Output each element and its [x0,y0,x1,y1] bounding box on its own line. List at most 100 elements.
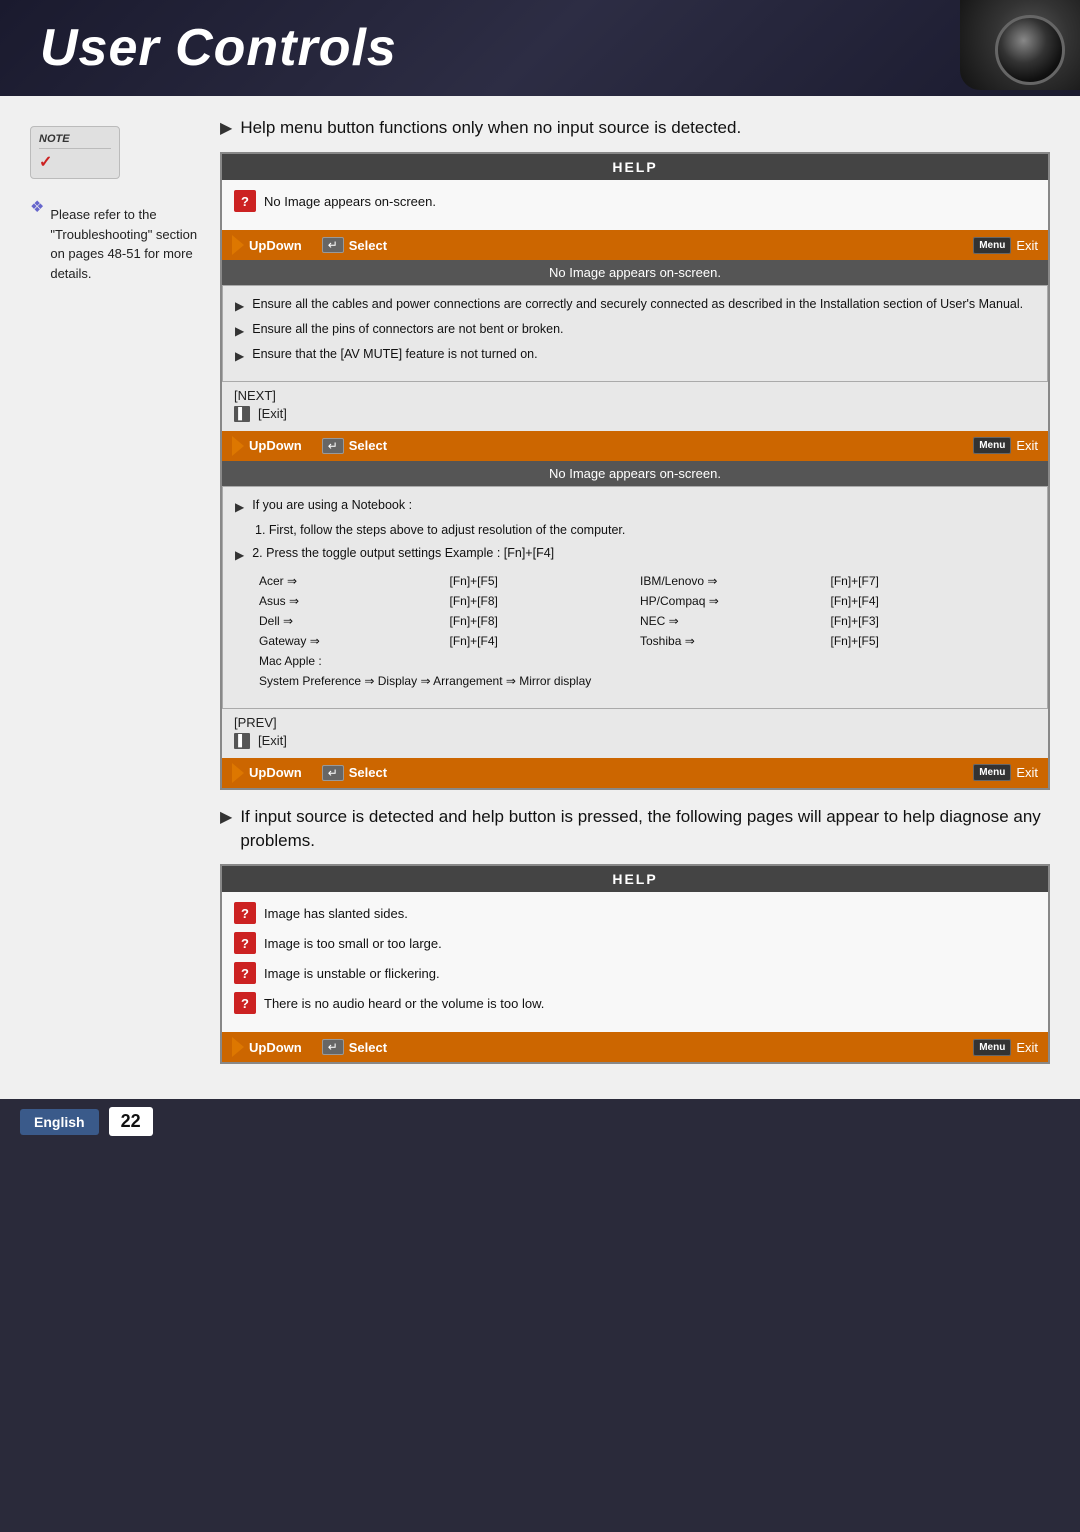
nav-select-label-1: Select [349,238,387,253]
nav-bar-3[interactable]: UpDown ↵ Select Menu Exit [222,758,1048,788]
help-header-2: HELP [222,866,1048,892]
bullet-arrow-icon-2: ▶ [220,807,232,829]
intro-bullet-2: ▶ If input source is detected and help b… [220,805,1050,853]
nav-exit-2[interactable]: Menu Exit [973,437,1038,454]
nav-exit-1[interactable]: Menu Exit [973,237,1038,254]
nav-enter-icon-1: ↵ [322,237,344,253]
nav-select-label-2: Select [349,438,387,453]
help-question-row-2d: ? There is no audio heard or the volume … [234,992,1036,1014]
camera-lens [995,15,1065,85]
inner-bullet-1b: ▶ Ensure all the pins of connectors are … [235,321,1035,340]
page-number: 22 [109,1107,153,1136]
help-question-row-2a: ? Image has slanted sides. [234,902,1036,924]
intro-bullet-1: ▶ Help menu button functions only when n… [220,116,1050,140]
question-text-2a: Image has slanted sides. [264,906,408,921]
nav-arrow-icon-4 [232,1037,244,1057]
nav-select-label-4: Select [349,1040,387,1055]
laptop-table: Acer ⇒ [Fn]+[F5] IBM/Lenovo ⇒ [Fn]+[F7] … [255,572,1015,690]
section-title-bar-2: No Image appears on-screen. [222,461,1048,486]
help-header-1: HELP [222,154,1048,180]
nav-arrow-icon-1 [232,235,244,255]
page-footer: English 22 [0,1099,1080,1144]
nav-exit-label-2: Exit [1016,438,1038,453]
section-title-bar-1: No Image appears on-screen. [222,260,1048,285]
bullet-arrow-icon: ▶ [220,118,232,140]
laptop-row-dell: Dell ⇒ [255,612,444,630]
nav-updown-label-4: UpDown [249,1040,302,1055]
note-check-row: ✓ [39,152,111,172]
inner-section-1: ▶ Ensure all the cables and power connec… [222,285,1048,381]
help-panel-1: HELP ? No Image appears on-screen. UpDow… [220,152,1050,789]
nav-exit-4[interactable]: Menu Exit [973,1039,1038,1056]
sidebar-note-text: Please refer to the "Troubleshooting" se… [50,205,200,283]
nav-select-label-3: Select [349,765,387,780]
help-panel-2: HELP ? Image has slanted sides. ? Image … [220,864,1050,1064]
question-text-2b: Image is too small or too large. [264,936,442,951]
bracket-icon-1: ▌ [234,406,250,422]
help-body-2: ? Image has slanted sides. ? Image is to… [222,892,1048,1032]
note-title-label: NOTE [39,133,111,149]
question-icon-2a: ? [234,902,256,924]
nav-enter-icon-2: ↵ [322,438,344,454]
nav-updown-3[interactable]: UpDown [232,763,302,783]
nav-updown-label-3: UpDown [249,765,302,780]
help-question-row-2c: ? Image is unstable or flickering. [234,962,1036,984]
sidebar: NOTE ✓ ❖ Please refer to the "Troublesho… [30,116,200,1079]
bracket-icon-2: ▌ [234,733,250,749]
question-icon-2b: ? [234,932,256,954]
inner-section-2: ▶ If you are using a Notebook : 1. First… [222,486,1048,709]
nav-bar-1[interactable]: UpDown ↵ Select Menu Exit [222,230,1048,260]
nav-exit-3[interactable]: Menu Exit [973,764,1038,781]
help-question-row-1: ? No Image appears on-screen. [234,190,1036,212]
question-text-1: No Image appears on-screen. [264,194,436,209]
inner-bullet-notebook: ▶ If you are using a Notebook : [235,497,1035,516]
nav-bar-4[interactable]: UpDown ↵ Select Menu Exit [222,1032,1048,1062]
nav-updown-1[interactable]: UpDown [232,235,302,255]
nav-menu-icon-4: Menu [973,1039,1011,1056]
nav-list-exit-2[interactable]: ▌ [Exit] [234,733,1036,749]
nav-updown-2[interactable]: UpDown [232,436,302,456]
nav-arrow-icon-3 [232,763,244,783]
help-question-row-2b: ? Image is too small or too large. [234,932,1036,954]
nav-exit-label-3: Exit [1016,765,1038,780]
nav-exit-label-1: Exit [1016,238,1038,253]
inner-bullet-notebook-2: ▶ 2. Press the toggle output settings Ex… [235,545,1035,564]
nav-list-exit-1[interactable]: ▌ [Exit] [234,406,1036,422]
nav-menu-icon-3: Menu [973,764,1011,781]
help-body-1: ? No Image appears on-screen. [222,180,1048,230]
nav-arrow-icon-2 [232,436,244,456]
nav-updown-4[interactable]: UpDown [232,1037,302,1057]
page-title: User Controls [40,18,397,78]
nav-select-3[interactable]: ↵ Select [322,765,387,781]
nav-list-next: [NEXT] [234,388,1036,403]
note-icon-container: NOTE ✓ [30,126,120,179]
language-badge: English [20,1109,99,1135]
question-icon-1: ? [234,190,256,212]
content-area: ▶ Help menu button functions only when n… [220,116,1050,1079]
nav-list-prev: [PREV] [234,715,1036,730]
nav-updown-label-1: UpDown [249,238,302,253]
inner-bullet-1a: ▶ Ensure all the cables and power connec… [235,296,1035,315]
note-box: NOTE ✓ ❖ Please refer to the "Troublesho… [30,126,200,283]
question-icon-2d: ? [234,992,256,1014]
sidebar-dot-icon: ❖ [30,197,44,217]
mac-row: Mac Apple : [255,652,1015,670]
nav-menu-icon-1: Menu [973,237,1011,254]
nav-updown-label-2: UpDown [249,438,302,453]
main-content: NOTE ✓ ❖ Please refer to the "Troublesho… [0,96,1080,1099]
nav-bar-2[interactable]: UpDown ↵ Select Menu Exit [222,431,1048,461]
question-icon-2c: ? [234,962,256,984]
nav-enter-icon-3: ↵ [322,765,344,781]
laptop-row-acer: Acer ⇒ [255,572,444,590]
nav-menu-icon-2: Menu [973,437,1011,454]
inner-bullet-notebook-1: 1. First, follow the steps above to adju… [235,522,1035,540]
nav-enter-icon-4: ↵ [322,1039,344,1055]
inner-bullet-1c: ▶ Ensure that the [AV MUTE] feature is n… [235,346,1035,365]
nav-select-4[interactable]: ↵ Select [322,1039,387,1055]
laptop-row-gateway: Gateway ⇒ [255,632,444,650]
check-icon: ✓ [39,152,52,172]
question-text-2c: Image is unstable or flickering. [264,966,440,981]
nav-select-1[interactable]: ↵ Select [322,237,387,253]
nav-select-2[interactable]: ↵ Select [322,438,387,454]
laptop-row-asus: Asus ⇒ [255,592,444,610]
